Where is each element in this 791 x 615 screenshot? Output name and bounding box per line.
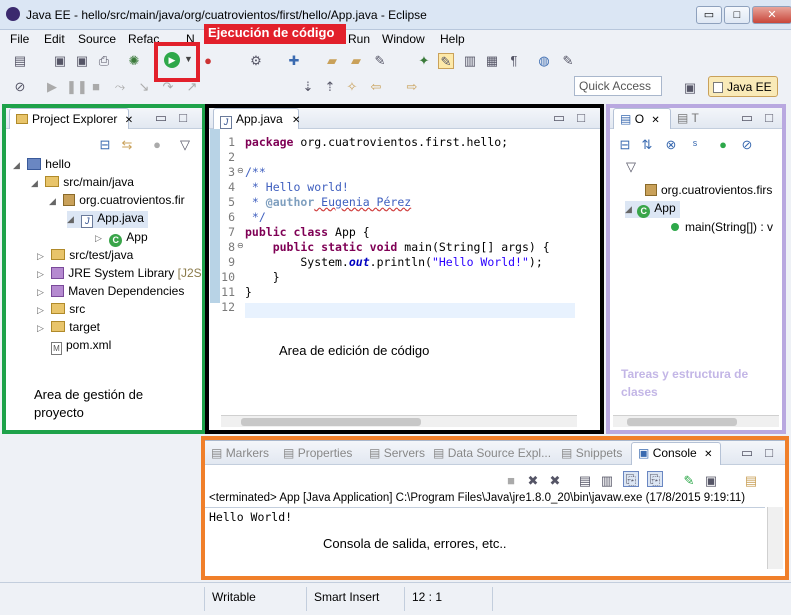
next-annotation-icon[interactable]: ⇣ <box>300 79 316 95</box>
status-divider <box>204 587 205 611</box>
print-icon[interactable]: ⎙ <box>96 53 112 69</box>
quick-access-placeholder: Quick Access <box>579 79 652 93</box>
toolbar: ▤ ▣ ▣ ⎙ ✺ ● ⚙ ✚ ▰ ▰ ✎ ✦ ✎ ▥ ▦ ¶ ◍ ✎ ⊘ ▶ … <box>0 48 791 104</box>
pilcrow-icon[interactable]: ¶ <box>506 53 522 69</box>
menu-help[interactable]: Help <box>440 32 465 46</box>
show-whitespace-icon[interactable]: ▦ <box>484 53 500 69</box>
status-writable: Writable <box>212 590 256 604</box>
perspective-label: Java EE <box>727 80 772 94</box>
menu-edit[interactable]: Edit <box>44 32 65 46</box>
title-bar: Java EE - hello/src/main/java/org/cuatro… <box>0 0 791 30</box>
quick-access-field[interactable]: Quick Access <box>574 76 662 96</box>
coverage-icon[interactable]: ● <box>200 53 216 69</box>
open-perspective-icon[interactable]: ▣ <box>682 80 698 96</box>
terminate-icon[interactable]: ■ <box>88 79 104 95</box>
new-icon[interactable]: ▤ <box>12 53 28 69</box>
status-divider <box>306 587 307 611</box>
status-insert-mode: Smart Insert <box>314 590 380 604</box>
project-area-label: Area de gestión de proyecto <box>34 386 194 422</box>
run-annotation-text: Ejecución de código <box>208 25 335 40</box>
status-cursor-position: 12 : 1 <box>412 590 443 604</box>
maximize-button[interactable]: □ <box>724 6 750 24</box>
search-icon[interactable]: ✎ <box>372 53 388 69</box>
resume-icon[interactable]: ▶ <box>44 79 60 95</box>
annotation-icon[interactable]: ✦ <box>416 53 432 69</box>
status-bar: Writable Smart Insert 12 : 1 <box>0 582 791 615</box>
toggle-block-icon[interactable]: ▥ <box>462 53 478 69</box>
status-divider <box>492 587 493 611</box>
step-into-icon[interactable]: ↘ <box>136 79 152 95</box>
external-tools-icon[interactable]: ⚙ <box>248 53 264 69</box>
pin-icon[interactable]: ✎ <box>560 53 576 69</box>
forward-icon[interactable]: ⇨ <box>404 79 420 95</box>
suspend-icon[interactable]: ❚❚ <box>66 79 88 95</box>
menu-source[interactable]: Source <box>78 32 116 46</box>
previous-annotation-icon[interactable]: ⇡ <box>322 79 338 95</box>
globe-icon[interactable]: ◍ <box>536 53 552 69</box>
mark-occurrences-icon[interactable]: ✎ <box>438 53 454 69</box>
editor-area-highlight <box>205 104 604 434</box>
console-area-highlight <box>201 436 789 580</box>
minimize-button[interactable]: ▭ <box>696 6 722 24</box>
java-ee-icon <box>713 82 723 93</box>
back-icon[interactable]: ⇦ <box>368 79 384 95</box>
project-area-text: Area de gestión de proyecto <box>34 387 144 420</box>
outline-area-highlight <box>606 104 786 434</box>
debug-icon[interactable]: ✺ <box>126 53 142 69</box>
status-divider <box>404 587 405 611</box>
save-all-icon[interactable]: ▣ <box>74 53 90 69</box>
menu-window[interactable]: Window <box>382 32 425 46</box>
new-java-project-icon[interactable]: ✚ <box>286 53 302 69</box>
run-dropdown-icon[interactable]: ▼ <box>184 54 193 64</box>
menu-file[interactable]: File <box>10 32 29 46</box>
menu-run[interactable]: Run <box>348 32 370 46</box>
last-edit-icon[interactable]: ✧ <box>344 79 360 95</box>
skip-breakpoints-icon[interactable]: ⊘ <box>12 79 28 95</box>
run-annotation-label: Ejecución de código <box>204 24 346 44</box>
eclipse-icon <box>6 7 20 21</box>
project-area-highlight <box>2 104 206 434</box>
close-button[interactable]: ✕ <box>752 6 791 24</box>
save-icon[interactable]: ▣ <box>52 53 68 69</box>
disconnect-icon[interactable]: ⤳ <box>112 79 128 95</box>
menu-bar: File Edit Source Refac N Run Window Help <box>0 30 791 48</box>
open-folder-icon[interactable]: ▰ <box>348 53 364 69</box>
open-type-icon[interactable]: ▰ <box>324 53 340 69</box>
run-icon[interactable]: ▶ <box>164 52 180 68</box>
window-title: Java EE - hello/src/main/java/org/cuatro… <box>26 8 427 22</box>
perspective-java-ee[interactable]: Java EE <box>708 76 778 97</box>
